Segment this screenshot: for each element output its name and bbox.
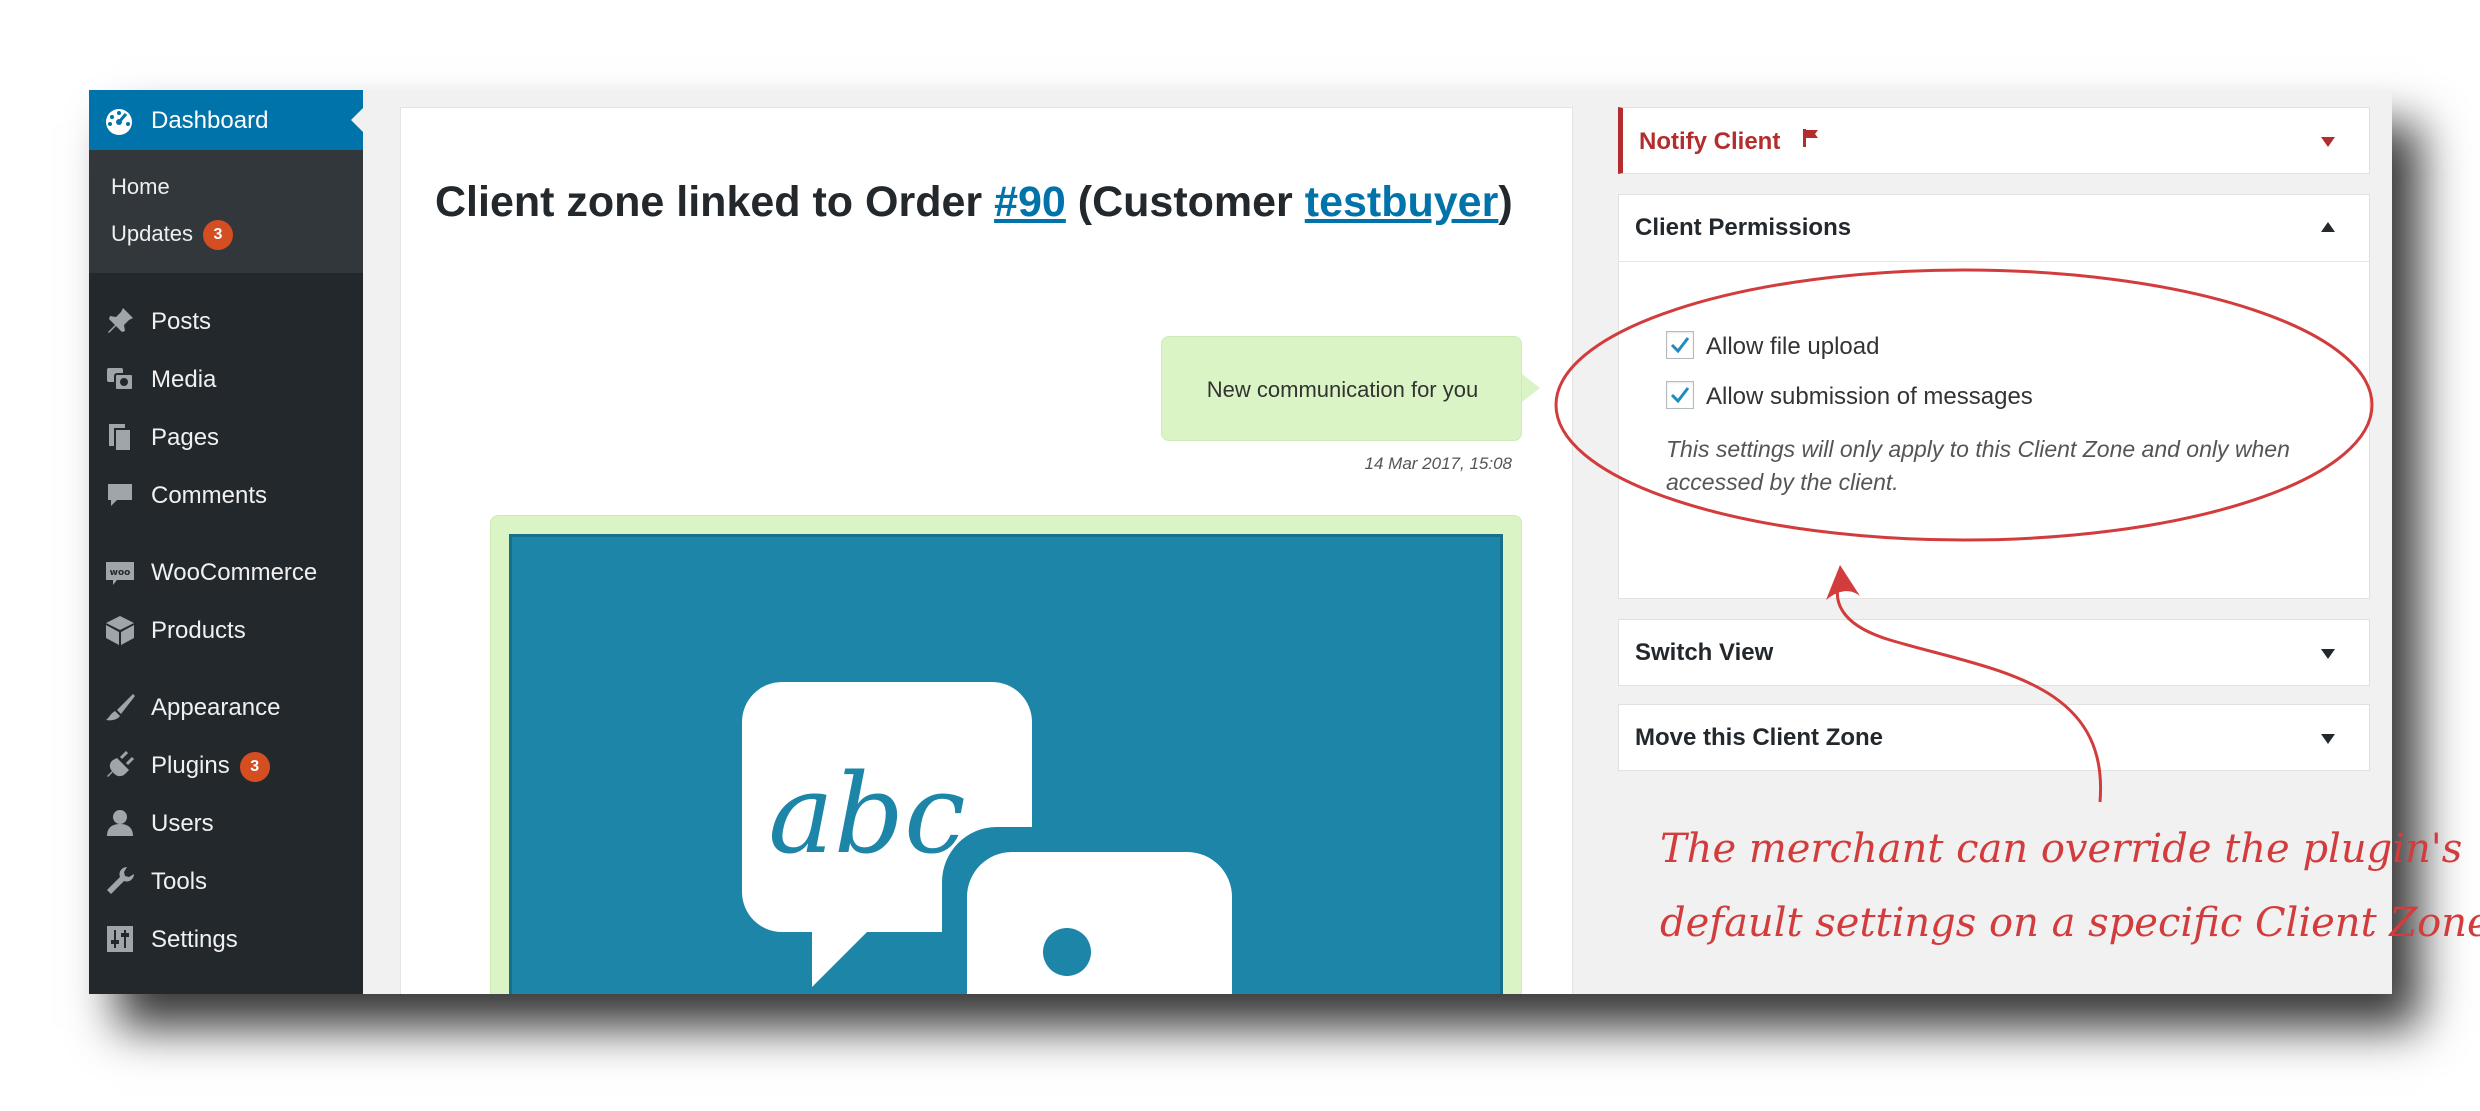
order-link[interactable]: #90 [994,178,1066,226]
checkmark-icon [1670,337,1690,354]
allow-file-upload-checkbox[interactable] [1666,331,1694,359]
panel-divider [1619,261,2369,262]
message-bubble-tail [1522,374,1540,402]
submenu-updates[interactable]: Updates 3 [111,220,233,250]
sidebar-item-pages[interactable]: Pages [89,414,363,464]
pushpin-icon [108,308,133,333]
plugins-count-badge: 3 [239,752,270,782]
submenu-home[interactable]: Home [111,174,170,200]
client-permissions-panel: Client Permissions Allow file upload All… [1618,194,2370,599]
plug-icon [107,750,135,777]
dashboard-icon [106,109,132,135]
sidebar-item-label: Settings [151,926,238,953]
comment-bubble-icon [108,484,132,506]
customer-link[interactable]: testbuyer [1305,178,1499,226]
move-toggle-icon[interactable] [2321,734,2335,744]
sidebar-item-comments[interactable]: Comments [89,472,363,522]
notify-client-label: Notify Client [1639,128,1781,155]
annotation-text-line-2: default settings on a specific Client Zo… [1660,900,2480,946]
sidebar-item-label: Plugins [151,752,230,779]
sidebar-item-label: Tools [151,868,208,895]
sidebar-item-label: Pages [151,424,220,451]
allow-messages-label: Allow submission of messages [1706,383,2033,410]
checkmark-icon [1670,387,1690,404]
client-permissions-title: Client Permissions [1635,214,1852,241]
flag-icon [1803,129,1819,147]
allow-messages-checkbox[interactable] [1666,381,1694,409]
switch-view-title: Switch View [1635,639,1774,666]
sidebar-item-media[interactable]: Media [89,356,363,406]
permissions-collapse-icon[interactable] [2321,222,2335,232]
message-timestamp: 14 Mar 2017, 15:08 [1364,454,1512,473]
sidebar-item-plugins-label: Plugins 3 [151,752,270,782]
sidebar-item-plugins[interactable]: Plugins 3 [89,742,363,792]
client-zone-content: Client zone linked to Order #90 (Custome… [400,107,1573,994]
sidebar-item-label: Users [151,810,214,837]
media-icon [107,368,134,391]
admin-sidebar: Dashboard Home Updates 3 Posts Media Page… [89,90,363,994]
box-icon [106,616,134,645]
settings-sliders-icon [107,926,133,952]
attachment-message: abc [490,515,1522,994]
attachment-file-icon: abc [742,682,1252,994]
woocommerce-icon-text: woo [110,568,131,578]
sidebar-item-label: Dashboard [151,107,269,134]
pages-icon [109,424,132,452]
active-caret [351,108,363,132]
woocommerce-icon: woo [106,562,134,585]
move-client-zone-title: Move this Client Zone [1635,724,1884,751]
notify-toggle-icon[interactable] [2321,137,2335,147]
title-prefix: Client zone linked to Order [435,178,995,226]
sidebar-item-settings[interactable]: Settings [89,916,363,966]
switch-view-toggle-icon[interactable] [2321,649,2335,659]
message-bubble: New communication for you [1161,336,1522,441]
sidebar-item-label: Posts [151,308,212,335]
sidebar-item-woocommerce[interactable]: woo WooCommerce [89,549,363,599]
user-icon [107,810,133,836]
sidebar-item-label: Appearance [151,694,281,721]
updates-count-badge: 3 [202,220,233,250]
wrench-icon [107,867,134,894]
move-client-zone-panel[interactable]: Move this Client Zone [1618,704,2370,771]
page-title: Client zone linked to Order #90 (Custome… [435,178,1513,227]
sidebar-item-label: Products [151,617,246,644]
sidebar-item-label: Media [151,366,217,393]
sidebar-item-users[interactable]: Users [89,800,363,850]
title-middle: (Customer [1065,178,1305,226]
notify-client-panel[interactable]: Notify Client [1618,107,2370,174]
submenu-updates-label: Updates [111,221,193,246]
dashboard-submenu: Home Updates 3 [89,150,363,273]
sidebar-item-products[interactable]: Products [89,607,363,657]
paintbrush-icon [106,694,135,721]
sidebar-item-label: WooCommerce [151,559,318,586]
annotation-text-line-1: The merchant can override the plugin's [1660,826,2463,872]
message-text: New communication for you [1206,377,1479,402]
sidebar-item-dashboard[interactable]: Dashboard [89,90,363,150]
switch-view-panel[interactable]: Switch View [1618,619,2370,686]
allow-file-upload-label: Allow file upload [1706,333,1880,360]
attachment-abc-text: abc [768,750,966,878]
title-suffix: ) [1498,178,1513,226]
attachment-thumbnail[interactable]: abc [509,534,1503,994]
sidebar-item-posts[interactable]: Posts [89,298,363,348]
sidebar-item-label: Comments [151,482,268,509]
sidebar-item-appearance[interactable]: Appearance [89,684,363,734]
permissions-note: This settings will only apply to this Cl… [1666,436,2290,495]
notify-client-title: Notify Client [1639,127,1822,156]
sidebar-item-tools[interactable]: Tools [89,858,363,908]
